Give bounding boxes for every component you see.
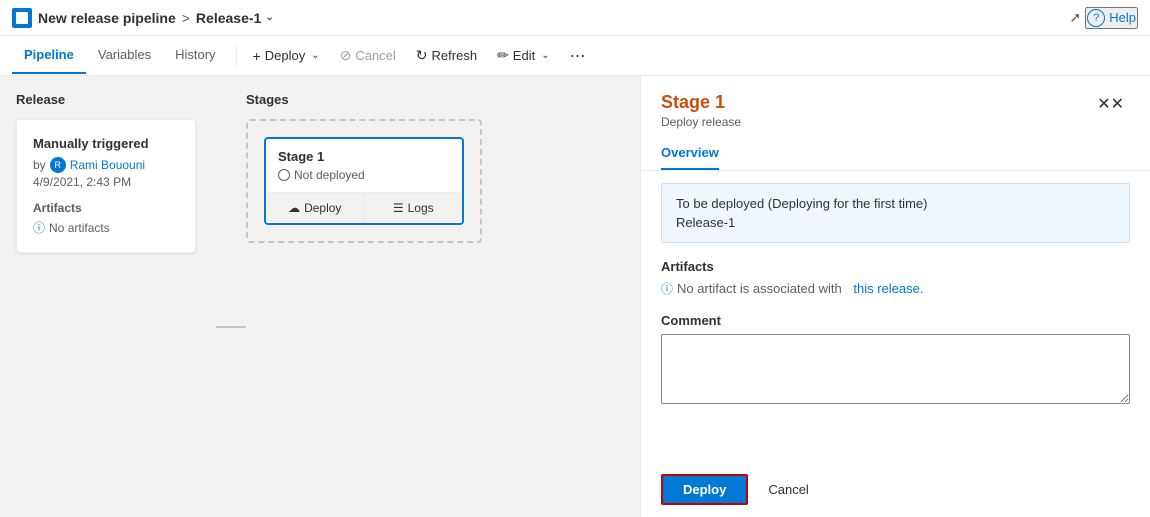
deploy-status-line1: To be deployed (Deploying for the first … <box>676 196 1115 211</box>
stage-logs-label: Logs <box>408 201 434 215</box>
main-content: Release Manually triggered by R Rami Bou… <box>0 76 1150 517</box>
edit-chevron-icon: ⌄ <box>541 50 549 61</box>
breadcrumb: New release pipeline > Release-1 ⌄ <box>38 10 274 26</box>
stage-card: Stage 1 Not deployed ☁ Deploy ☰ <box>264 137 464 225</box>
stages-section-label: Stages <box>246 92 624 107</box>
no-artifact-link[interactable]: this release. <box>853 281 923 296</box>
release-name: Release-1 <box>196 10 261 26</box>
deploy-status-box: To be deployed (Deploying for the first … <box>661 183 1130 243</box>
release-section: Release Manually triggered by R Rami Bou… <box>16 92 216 501</box>
stage-actions: ☁ Deploy ☰ Logs <box>266 192 462 223</box>
deploy-primary-button[interactable]: Deploy <box>661 474 748 505</box>
info-icon-artifacts: ⓘ <box>661 280 673 297</box>
app-icon <box>12 8 32 28</box>
right-panel-body: To be deployed (Deploying for the first … <box>641 183 1150 462</box>
tab-variables[interactable]: Variables <box>86 37 163 74</box>
release-section-label: Release <box>16 92 216 107</box>
release-date: 4/9/2021, 2:43 PM <box>33 175 179 189</box>
stage-deploy-button[interactable]: ☁ Deploy <box>266 193 365 223</box>
artifacts-section: Artifacts ⓘ No artifact is associated wi… <box>661 259 1130 297</box>
edit-icon: ✏ <box>497 47 509 64</box>
stage-status-label: Not deployed <box>294 168 365 182</box>
help-label: Help <box>1109 10 1136 25</box>
cancel-toolbar-button[interactable]: ⊘ Cancel <box>332 42 404 69</box>
top-bar: New release pipeline > Release-1 ⌄ ➚ Hel… <box>0 0 1150 36</box>
cancel-secondary-button[interactable]: Cancel <box>756 476 820 503</box>
stage-deploy-label: Deploy <box>304 201 341 215</box>
right-panel-tabs: Overview <box>641 137 1150 171</box>
stage-name: Stage 1 <box>278 149 450 164</box>
nav-tabs: Pipeline Variables History + Deploy ⌄ ⊘ … <box>0 36 1150 76</box>
right-panel-stage-title: Stage 1 <box>661 92 741 113</box>
logs-icon: ☰ <box>393 201 404 215</box>
top-bar-left: New release pipeline > Release-1 ⌄ <box>12 8 1070 28</box>
deploy-toolbar-label: Deploy <box>265 48 305 63</box>
plus-icon: + <box>253 48 261 64</box>
cancel-toolbar-label: Cancel <box>355 48 395 63</box>
refresh-toolbar-label: Refresh <box>432 48 478 63</box>
user-avatar: R <box>50 157 66 173</box>
artifacts-label: Artifacts <box>661 259 1130 274</box>
top-bar-right: ➚ Help <box>1070 7 1138 29</box>
connector-line <box>216 326 246 328</box>
toolbar: + Deploy ⌄ ⊘ Cancel ↻ Refresh ✏ Edit ⌄ ⋯ <box>245 41 594 71</box>
no-artifact-message: ⓘ No artifact is associated with this re… <box>661 280 1130 297</box>
release-trigger: Manually triggered <box>33 136 179 151</box>
stage-status: Not deployed <box>278 168 450 182</box>
left-panel: Release Manually triggered by R Rami Bou… <box>0 76 640 517</box>
help-button[interactable]: Help <box>1085 7 1138 29</box>
refresh-icon: ↻ <box>416 47 428 64</box>
right-panel-header: Stage 1 Deploy release ✕ <box>641 76 1150 137</box>
no-artifacts-label: No artifacts <box>49 221 110 235</box>
tab-pipeline[interactable]: Pipeline <box>12 37 86 74</box>
tab-overview[interactable]: Overview <box>661 137 719 170</box>
connector <box>216 152 246 501</box>
tab-history[interactable]: History <box>163 37 227 74</box>
close-icon: ✕ <box>1097 96 1124 113</box>
cloud-deploy-icon: ☁ <box>288 201 300 215</box>
deploy-chevron-icon: ⌄ <box>311 50 319 61</box>
stages-section: Stages Stage 1 Not deployed ☁ Deploy <box>246 92 624 501</box>
release-card: Manually triggered by R Rami Bououni 4/9… <box>16 119 196 253</box>
right-panel-title-group: Stage 1 Deploy release <box>661 92 741 129</box>
right-panel: Stage 1 Deploy release ✕ Overview To be … <box>640 76 1150 517</box>
info-icon: ⓘ <box>33 219 45 236</box>
stage-card-wrapper: Stage 1 Not deployed ☁ Deploy ☰ <box>246 119 482 243</box>
help-icon <box>1087 9 1105 27</box>
deploy-toolbar-button[interactable]: + Deploy ⌄ <box>245 43 328 69</box>
no-artifacts: ⓘ No artifacts <box>33 219 179 236</box>
cancel-icon: ⊘ <box>340 47 352 64</box>
chevron-down-icon: ⌄ <box>265 12 273 23</box>
right-panel-stage-subtitle: Deploy release <box>661 115 741 129</box>
stage-logs-button[interactable]: ☰ Logs <box>365 193 463 223</box>
breadcrumb-separator: > <box>182 10 190 26</box>
more-options-button[interactable]: ⋯ <box>562 41 594 71</box>
stage-card-header: Stage 1 Not deployed <box>266 139 462 192</box>
edit-toolbar-button[interactable]: ✏ Edit ⌄ <box>489 42 558 69</box>
comment-label: Comment <box>661 313 1130 328</box>
comment-section: Comment <box>661 313 1130 407</box>
release-by: by R Rami Bououni <box>33 157 179 173</box>
by-label: by <box>33 158 46 172</box>
not-deployed-icon <box>278 169 290 181</box>
release-artifacts-label: Artifacts <box>33 201 179 215</box>
deploy-status-release: Release-1 <box>676 215 1115 230</box>
right-panel-footer: Deploy Cancel <box>641 462 1150 517</box>
comment-textarea[interactable] <box>661 334 1130 404</box>
no-artifact-text: No artifact is associated with <box>677 281 842 296</box>
release-user[interactable]: Rami Bououni <box>70 158 145 172</box>
expand-icon[interactable]: ➚ <box>1070 9 1082 26</box>
edit-toolbar-label: Edit <box>513 48 535 63</box>
app-icon-inner <box>16 12 28 24</box>
pipeline-name[interactable]: New release pipeline <box>38 10 176 26</box>
breadcrumb-release[interactable]: Release-1 ⌄ <box>196 10 274 26</box>
nav-divider <box>236 46 237 66</box>
close-button[interactable]: ✕ <box>1091 92 1130 116</box>
refresh-toolbar-button[interactable]: ↻ Refresh <box>408 42 485 69</box>
